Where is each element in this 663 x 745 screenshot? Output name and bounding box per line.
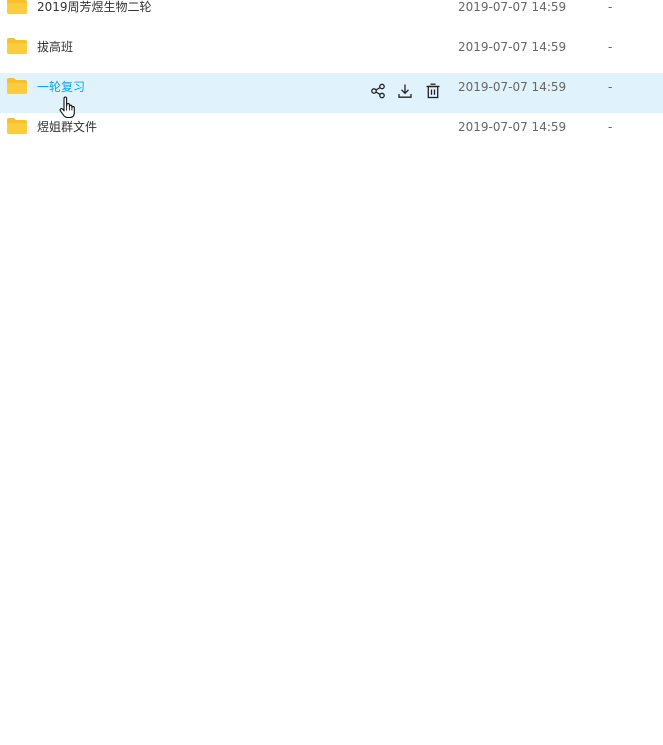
file-size: -: [608, 120, 613, 134]
file-row[interactable]: 2019周芳煜生物二轮 2019-07-07 14:59 -: [0, 0, 663, 33]
share-icon[interactable]: [370, 83, 386, 99]
file-list: 2019周芳煜生物二轮 2019-07-07 14:59 - 拔高班 2019-…: [0, 0, 663, 153]
folder-icon: [6, 117, 28, 135]
download-icon[interactable]: [397, 83, 413, 99]
file-modified-date: 2019-07-07 14:59: [458, 40, 567, 54]
file-row-hovered[interactable]: 一轮复习 2019-07-07 14:59 -: [0, 73, 663, 113]
file-row[interactable]: 拔高班 2019-07-07 14:59 -: [0, 33, 663, 73]
file-name[interactable]: 拔高班: [37, 39, 73, 55]
file-modified-date: 2019-07-07 14:59: [458, 0, 567, 14]
file-row[interactable]: 煜姐群文件 2019-07-07 14:59 -: [0, 113, 663, 153]
file-modified-date: 2019-07-07 14:59: [458, 120, 567, 134]
file-size: -: [608, 80, 613, 94]
folder-icon: [6, 77, 28, 95]
file-name[interactable]: 一轮复习: [37, 79, 85, 95]
folder-icon: [6, 37, 28, 55]
folder-icon: [6, 0, 28, 15]
file-name[interactable]: 煜姐群文件: [37, 119, 97, 135]
file-size: -: [608, 40, 613, 54]
file-size: -: [608, 0, 613, 14]
delete-icon[interactable]: [425, 83, 441, 99]
file-name[interactable]: 2019周芳煜生物二轮: [37, 0, 152, 15]
file-modified-date: 2019-07-07 14:59: [458, 80, 567, 94]
